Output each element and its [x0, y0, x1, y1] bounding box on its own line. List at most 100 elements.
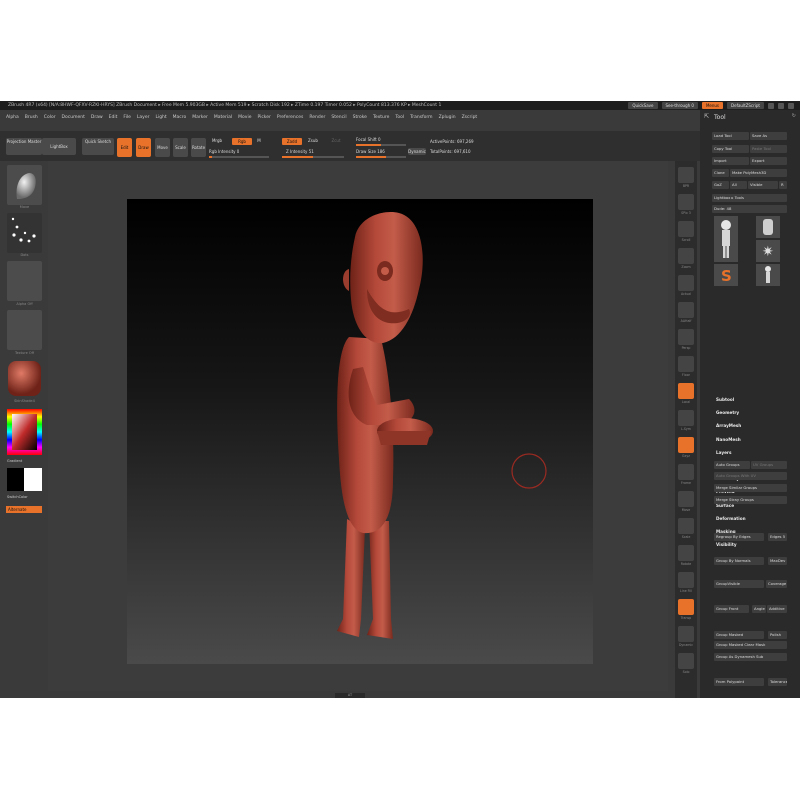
polygroups-button[interactable]: Merge Stray Groups: [714, 496, 787, 504]
menu-item[interactable]: Macro: [173, 115, 187, 120]
menu-item[interactable]: Edit: [109, 115, 118, 120]
tool-section-header[interactable]: Subtool: [716, 397, 734, 402]
import-button[interactable]: Import: [712, 157, 749, 165]
lightbox-tools-button[interactable]: Lightbox ▸ Tools: [712, 194, 787, 202]
right-shelf-button[interactable]: [678, 194, 694, 210]
menu-item[interactable]: Tool: [395, 115, 404, 120]
polygroups-button[interactable]: Group Front: [714, 605, 749, 613]
viewport-canvas[interactable]: [127, 199, 593, 664]
rgb-intensity-slider[interactable]: Rgb Intensity 0: [209, 149, 264, 155]
copy-tool-button[interactable]: Copy Tool: [712, 145, 749, 153]
dynamic-button[interactable]: Dynamic: [408, 148, 426, 155]
z-intensity-track[interactable]: [282, 156, 344, 158]
polygroups-button[interactable]: Additive: [767, 605, 787, 613]
rgb-button[interactable]: Rgb: [232, 138, 252, 145]
right-shelf-button[interactable]: [678, 221, 694, 237]
right-shelf-button[interactable]: [678, 275, 694, 291]
menu-item[interactable]: Layer: [137, 115, 150, 120]
m-button[interactable]: M: [255, 138, 263, 145]
swatch-pair[interactable]: [7, 468, 42, 491]
minimize-icon[interactable]: [768, 102, 774, 109]
polygroups-button[interactable]: MaxDev: [768, 557, 787, 565]
default-zscript-button[interactable]: DefaultZScript: [727, 102, 764, 109]
right-shelf-button[interactable]: [678, 518, 694, 534]
menu-item[interactable]: Draw: [91, 115, 103, 120]
polygroups-button[interactable]: Group Masked Clear Mask: [714, 641, 787, 649]
color-picker[interactable]: [7, 409, 42, 455]
polygroups-button[interactable]: Tolerance: [768, 678, 787, 686]
polygroups-button[interactable]: UV Groups: [751, 461, 787, 469]
current-tool-slider[interactable]: Dude: 48: [712, 205, 787, 213]
right-shelf-button[interactable]: [678, 545, 694, 561]
right-shelf-button[interactable]: [678, 599, 694, 615]
menu-item[interactable]: Zscript: [462, 115, 478, 120]
menu-item[interactable]: Brush: [25, 115, 38, 120]
tool-section-header[interactable]: Geometry: [716, 410, 739, 415]
polygroups-button[interactable]: Polish: [768, 631, 787, 639]
right-shelf-button[interactable]: [678, 167, 694, 183]
material-selector[interactable]: [7, 359, 42, 399]
brush-selector[interactable]: [7, 165, 42, 205]
close-icon[interactable]: [788, 102, 794, 109]
tool-section-header[interactable]: ArrayMesh: [716, 423, 741, 428]
clone-button[interactable]: Clone: [712, 169, 729, 177]
tool-thumb-sphere3d[interactable]: [756, 216, 780, 238]
draw-button[interactable]: Draw: [136, 138, 151, 157]
focal-shift-track[interactable]: [356, 144, 406, 146]
tool-thumb-polymesh3d[interactable]: ✷: [756, 240, 780, 262]
polygroups-button[interactable]: Regroup By Edges: [714, 533, 764, 541]
move-mode-button[interactable]: Move: [155, 138, 170, 157]
mrgb-button[interactable]: Mrgb: [209, 138, 225, 145]
polygroups-button[interactable]: Group As Dynamesh Sub: [714, 653, 787, 661]
texture-selector[interactable]: [7, 310, 42, 350]
menu-item[interactable]: Document: [62, 115, 85, 120]
stroke-selector[interactable]: [7, 213, 42, 253]
quicksave-button[interactable]: QuickSave: [628, 102, 658, 109]
all-button[interactable]: All: [730, 181, 747, 189]
menu-item[interactable]: Preferences: [277, 115, 303, 120]
right-shelf-button[interactable]: [678, 437, 694, 453]
menu-item[interactable]: Stencil: [331, 115, 346, 120]
draw-size-track[interactable]: [356, 156, 406, 158]
menus-button[interactable]: Menus: [701, 102, 724, 109]
scale-mode-button[interactable]: Scale: [173, 138, 188, 157]
alternate-button[interactable]: Alternate: [6, 506, 42, 513]
menu-item[interactable]: Alpha: [6, 115, 19, 120]
paste-tool-button[interactable]: Paste Tool: [750, 145, 787, 153]
make-polymesh-button[interactable]: Make PolyMesh3D: [730, 169, 787, 177]
right-shelf-button[interactable]: [678, 653, 694, 669]
draw-size-slider[interactable]: Draw Size 186: [356, 149, 406, 155]
right-shelf-button[interactable]: [678, 302, 694, 318]
goz-button[interactable]: GoZ: [712, 181, 729, 189]
menu-item[interactable]: Texture: [373, 115, 389, 120]
maximize-icon[interactable]: [778, 102, 784, 109]
main-color-swatch[interactable]: [7, 468, 24, 491]
export-button[interactable]: Export: [750, 157, 787, 165]
menu-item[interactable]: Material: [214, 115, 232, 120]
dude-model[interactable]: [127, 199, 593, 664]
visible-button[interactable]: Visible: [748, 181, 778, 189]
zadd-button[interactable]: Zadd: [282, 138, 302, 145]
tool-thumb-simplebrush[interactable]: S: [714, 264, 738, 286]
palette-dock-icon[interactable]: ↻: [792, 113, 796, 119]
zcut-button[interactable]: Zcut: [328, 138, 344, 145]
menu-item[interactable]: Stroke: [353, 115, 367, 120]
z-intensity-slider[interactable]: Z Intensity 51: [286, 149, 341, 155]
tool-section-header[interactable]: NanoMesh: [716, 437, 741, 442]
menu-item[interactable]: Color: [44, 115, 56, 120]
timeline-marker[interactable]: AT: [335, 693, 365, 698]
menu-item[interactable]: Light: [155, 115, 166, 120]
menu-item[interactable]: Marker: [192, 115, 208, 120]
menu-item[interactable]: Picker: [257, 115, 270, 120]
focal-shift-slider[interactable]: Focal Shift 0: [356, 137, 406, 143]
tool-section-header[interactable]: Deformation: [716, 516, 746, 521]
rotate-mode-button[interactable]: Rotate: [191, 138, 206, 157]
lightbox-button[interactable]: LightBox: [42, 138, 76, 155]
edit-button[interactable]: Edit: [117, 138, 132, 157]
right-shelf-button[interactable]: [678, 626, 694, 642]
see-through-slider[interactable]: See-through 0: [661, 102, 698, 109]
menu-item[interactable]: File: [123, 115, 131, 120]
right-shelf-button[interactable]: [678, 383, 694, 399]
polygroups-button[interactable]: Auto Groups With UV: [714, 472, 787, 480]
tool-thumb-dude-large[interactable]: [714, 216, 738, 262]
